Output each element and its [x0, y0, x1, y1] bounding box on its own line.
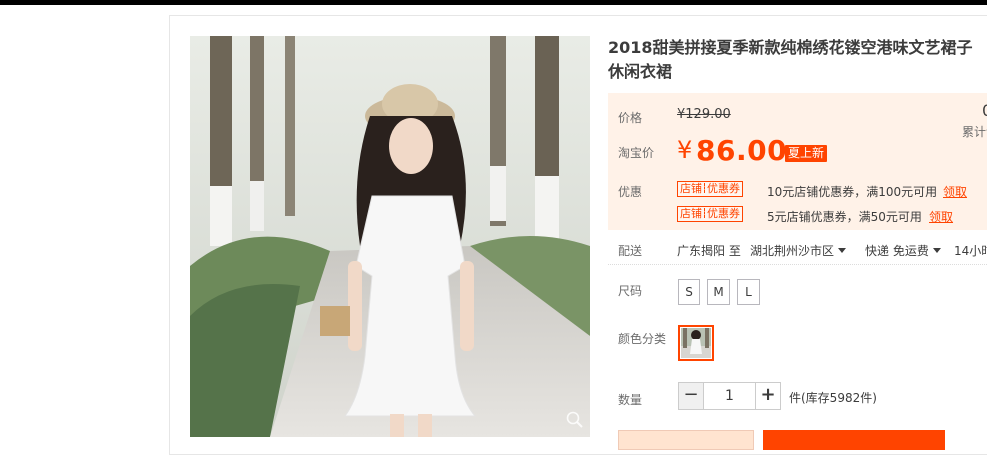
promotion-label: 优惠 — [618, 185, 643, 199]
color-swatch-thumbnail — [681, 328, 711, 358]
coupon-badge[interactable]: 店铺 优惠券 — [677, 181, 743, 197]
quantity-input[interactable]: 1 — [704, 382, 755, 410]
coupon-badge[interactable]: 店铺 优惠券 — [677, 206, 743, 222]
size-option-l[interactable]: L — [737, 279, 760, 305]
taobao-price-label: 淘宝价 — [618, 146, 655, 160]
quantity-increase-button[interactable]: + — [755, 382, 781, 410]
color-label: 颜色分类 — [618, 332, 667, 346]
size-option-m[interactable]: M — [707, 279, 730, 305]
stock-info: 件(库存5982件) — [789, 391, 877, 405]
divider — [608, 264, 987, 265]
claim-coupon-link[interactable]: 领取 — [943, 183, 967, 200]
coupon-badge-type: 优惠券 — [707, 182, 740, 195]
buy-now-button[interactable] — [763, 430, 945, 450]
coupon-description: 10元店铺优惠券，满100元可用 — [767, 185, 938, 199]
top-bar — [0, 0, 987, 5]
size-option-s[interactable]: S — [678, 279, 700, 305]
sales-label: 累计评 — [962, 125, 987, 139]
color-swatch[interactable] — [678, 325, 714, 361]
coupon-badge-store: 店铺 — [680, 182, 702, 195]
coupon-description: 5元店铺优惠券，满50元可用 — [767, 210, 922, 224]
add-to-cart-button[interactable] — [618, 430, 754, 450]
claim-coupon-link[interactable]: 领取 — [929, 208, 953, 225]
quantity-decrease-button[interactable]: − — [678, 382, 704, 410]
delivery-time: 14小时 — [954, 244, 987, 258]
product-photo-illustration — [190, 36, 590, 437]
sales-count: 0 — [982, 101, 987, 120]
delivery-origin: 广东揭阳 至 — [677, 244, 741, 258]
price-label: 价格 — [618, 111, 643, 125]
original-price: ¥129.00 — [677, 107, 731, 122]
magnifier-icon[interactable] — [565, 410, 585, 430]
shipping-method-select[interactable]: 快递 免运费 — [865, 242, 941, 259]
chevron-down-icon — [838, 248, 847, 253]
coupon-divider — [704, 183, 705, 193]
current-price: 86.00 — [696, 134, 788, 167]
product-image[interactable] — [190, 36, 590, 437]
coupon-badge-type: 优惠券 — [707, 207, 740, 220]
new-arrival-tag: 夏上新 — [785, 145, 828, 162]
shipping-method: 快递 免运费 — [865, 244, 929, 258]
currency-symbol: ¥ — [677, 136, 693, 164]
coupon-badge-store: 店铺 — [680, 207, 702, 220]
chevron-down-icon — [932, 248, 941, 253]
size-label: 尺码 — [618, 284, 643, 298]
quantity-label: 数量 — [618, 393, 643, 407]
coupon-divider — [704, 208, 705, 218]
product-title: 2018甜美拼接夏季新款纯棉绣花镂空港味文艺裙子休闲衣裙 — [608, 38, 973, 81]
delivery-label: 配送 — [618, 244, 643, 258]
delivery-destination-select[interactable]: 湖北荆州沙市区 — [750, 242, 847, 259]
delivery-destination: 湖北荆州沙市区 — [750, 244, 835, 258]
